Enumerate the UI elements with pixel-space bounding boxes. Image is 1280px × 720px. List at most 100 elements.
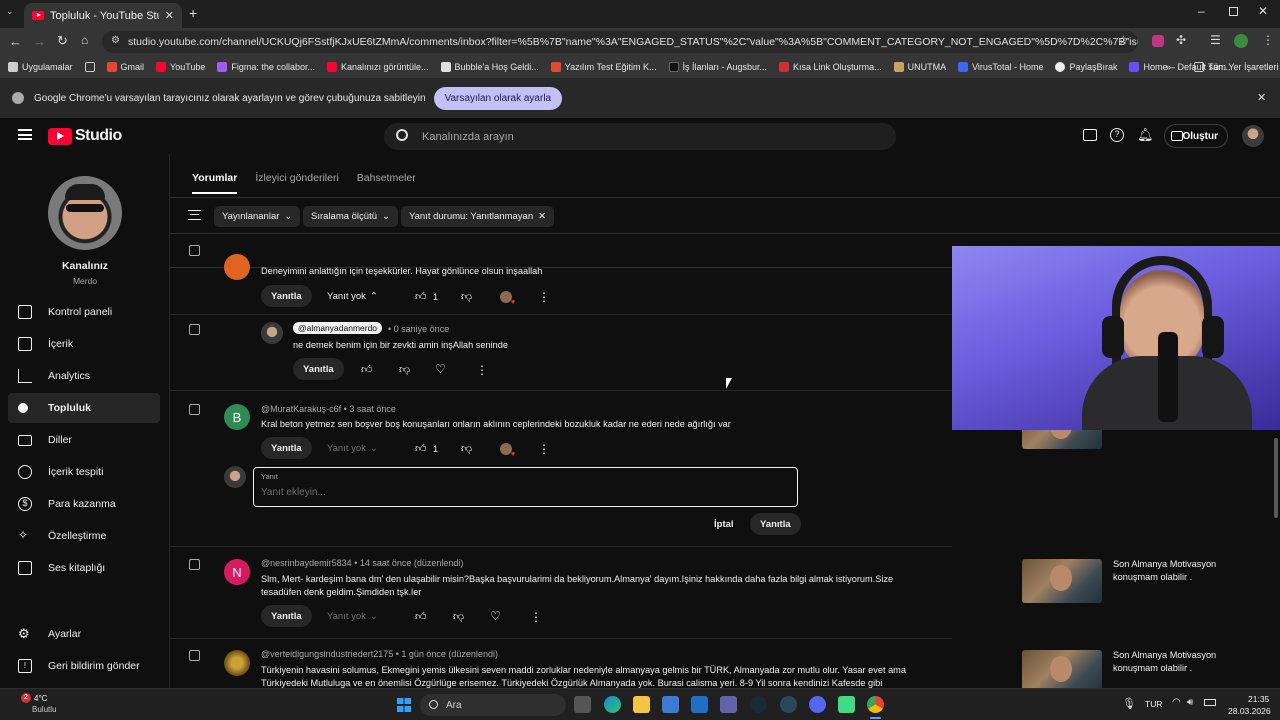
menu-kebab-icon[interactable]: ⋮ (1262, 33, 1274, 47)
row-checkbox[interactable] (189, 404, 200, 415)
new-tab-icon[interactable]: + (189, 5, 197, 21)
comment-author[interactable]: @MuratKarakuş-c6f (261, 404, 341, 414)
more-options-icon[interactable]: ⋮ (530, 610, 542, 624)
bookmark-item[interactable]: Bubble'a Hoş Geldi... (435, 62, 545, 72)
more-options-icon[interactable]: ⋮ (538, 442, 550, 456)
language-indicator[interactable]: TUR (1145, 699, 1162, 709)
back-icon[interactable]: ← (9, 34, 22, 49)
commenter-avatar[interactable] (224, 650, 250, 676)
windows-start-icon[interactable] (397, 698, 411, 712)
teams-icon[interactable] (720, 696, 737, 713)
bookmark-item[interactable] (79, 62, 101, 72)
bookmark-item[interactable]: İş İlanları - Augsbur... (663, 62, 774, 72)
account-avatar[interactable] (1242, 125, 1264, 147)
commenter-avatar[interactable]: N (224, 559, 250, 585)
bookmark-item[interactable]: PaylaşBırak (1049, 62, 1123, 72)
page-scrollbar[interactable] (1274, 438, 1278, 518)
sidebar-item-languages[interactable]: Diller (8, 425, 160, 455)
video-title[interactable]: Son Almanya Motivasyon konuşmam olabilir… (1113, 649, 1233, 675)
bookmark-star-icon[interactable]: ☆ (1118, 33, 1129, 47)
reply-input[interactable]: Yanıt Yanıt ekleyin... (253, 467, 798, 507)
dislike-icon[interactable]: 👎︎ (461, 442, 473, 455)
close-window-icon[interactable]: ✕ (1258, 4, 1268, 18)
tab-comments[interactable]: Yorumlar (192, 172, 238, 194)
commenter-avatar[interactable]: B (224, 404, 250, 430)
dislike-icon[interactable]: 👎︎ (461, 290, 473, 303)
bookmarks-overflow-icon[interactable]: » (1160, 62, 1177, 72)
more-options-icon[interactable]: ⋮ (476, 363, 488, 377)
like-icon[interactable]: 👍︎ (361, 363, 373, 376)
reload-icon[interactable]: ↻ (57, 33, 68, 49)
clock-date[interactable]: 28.03.2026 (1228, 706, 1271, 716)
sidebar-item-audio-library[interactable]: Ses kitaplığı (8, 553, 160, 583)
cancel-button[interactable]: İptal (714, 519, 734, 530)
like-filled-icon[interactable]: 👍︎ (415, 290, 427, 303)
bookmark-item[interactable]: Kısa Link Oluşturma... (773, 62, 888, 72)
bookmark-item[interactable]: Yazılım Test Eğitim K... (545, 62, 663, 72)
minimize-icon[interactable]: – (1198, 4, 1205, 18)
puzzle-icon[interactable]: ✣ (1176, 33, 1186, 47)
bookmark-item[interactable]: VirusTotal - Home (952, 62, 1049, 72)
outlook-icon[interactable] (691, 696, 708, 713)
filter-chip-published[interactable]: Yayınlananlar ⌄ (214, 206, 301, 227)
more-options-icon[interactable]: ⋮ (538, 290, 550, 304)
comment-author[interactable]: @nesrinbaydemir5834 (261, 558, 352, 568)
select-all-checkbox[interactable] (189, 245, 200, 256)
tab-mentions[interactable]: Bahsetmeler (357, 172, 416, 194)
bookmark-item[interactable]: Figma: the collabor... (211, 62, 321, 72)
sidebar-item-feedback[interactable]: ! Geri bildirim gönder (8, 651, 160, 681)
reply-button[interactable]: Yanıtla (261, 437, 312, 459)
reply-author-avatar[interactable] (261, 322, 283, 344)
address-input[interactable]: ⚙ studio.youtube.com/channel/UCKUQj6FSst… (102, 31, 1138, 53)
bookmark-item[interactable]: Uygulamalar (0, 62, 79, 72)
volume-icon[interactable]: 🔊︎ (1187, 697, 1193, 708)
steam-icon[interactable] (750, 696, 767, 713)
clock-time[interactable]: 21:35 (1248, 694, 1269, 704)
sidebar-item-community[interactable]: Topluluk (8, 393, 160, 423)
create-button[interactable]: Oluştur (1164, 124, 1228, 148)
tab-search-chevron-icon[interactable]: ⌄ (6, 6, 20, 20)
site-info-icon[interactable]: ⚙ (111, 35, 120, 46)
video-thumbnail[interactable] (1022, 650, 1102, 688)
no-reply-toggle[interactable]: Yanıt yok ⌄ (327, 443, 378, 454)
infobar-close-icon[interactable]: ✕ (1257, 91, 1266, 104)
edge-icon[interactable] (604, 696, 621, 713)
discord-icon[interactable] (809, 696, 826, 713)
profile-icon[interactable] (1234, 34, 1248, 48)
creator-heart-icon[interactable]: ♥ (500, 291, 515, 306)
wifi-icon[interactable]: ◠ (1172, 697, 1181, 708)
studio-logo[interactable]: Studio (48, 127, 122, 145)
notifications-icon[interactable]: 🔔︎ (1137, 127, 1154, 143)
video-thumbnail[interactable] (1022, 559, 1102, 603)
file-explorer-icon[interactable] (633, 696, 650, 713)
microphone-tray-icon[interactable]: 🎙︎ (1122, 697, 1136, 710)
creator-handle-badge[interactable]: @almanyadanmerdo (293, 322, 383, 334)
creator-heart-icon[interactable]: ♥ (500, 443, 515, 458)
chrome-icon[interactable] (867, 696, 884, 713)
task-view-icon[interactable] (574, 696, 591, 713)
row-checkbox[interactable] (189, 324, 200, 335)
remove-filter-icon[interactable]: ✕ (538, 211, 546, 222)
bookmark-item[interactable]: UNUTMA (888, 62, 953, 72)
maximize-icon[interactable] (1229, 7, 1238, 16)
dislike-icon[interactable]: 👎︎ (399, 363, 411, 376)
comment-avatar[interactable] (224, 254, 250, 280)
weather-widget[interactable]: 2 4°C Bulutlu (10, 693, 70, 717)
home-icon[interactable]: ⌂ (81, 33, 88, 47)
taskbar-search[interactable]: Ara (420, 694, 566, 716)
channel-search-input[interactable]: Kanalınızda arayın (384, 123, 896, 150)
set-default-button[interactable]: Varsayılan olarak ayarla (433, 86, 563, 110)
heart-icon[interactable]: ♡ (435, 362, 447, 376)
row-checkbox[interactable] (189, 559, 200, 570)
reply-button[interactable]: Yanıtla (261, 285, 312, 307)
filter-chip-sort[interactable]: Sıralama ölçütü ⌄ (303, 206, 398, 227)
video-title[interactable]: Son Almanya Motivasyon konuşmam olabilir… (1113, 558, 1233, 584)
android-studio-icon[interactable] (838, 696, 855, 713)
steam-icon[interactable] (780, 696, 797, 713)
sidebar-item-content-detection[interactable]: İçerik tespiti (8, 457, 160, 487)
reading-list-icon[interactable]: ☰ (1210, 33, 1221, 47)
store-icon[interactable] (662, 696, 679, 713)
battery-icon[interactable] (1204, 699, 1216, 706)
sidebar-item-dashboard[interactable]: Kontrol paneli (8, 297, 160, 327)
reply-button[interactable]: Yanıtla (293, 358, 344, 380)
